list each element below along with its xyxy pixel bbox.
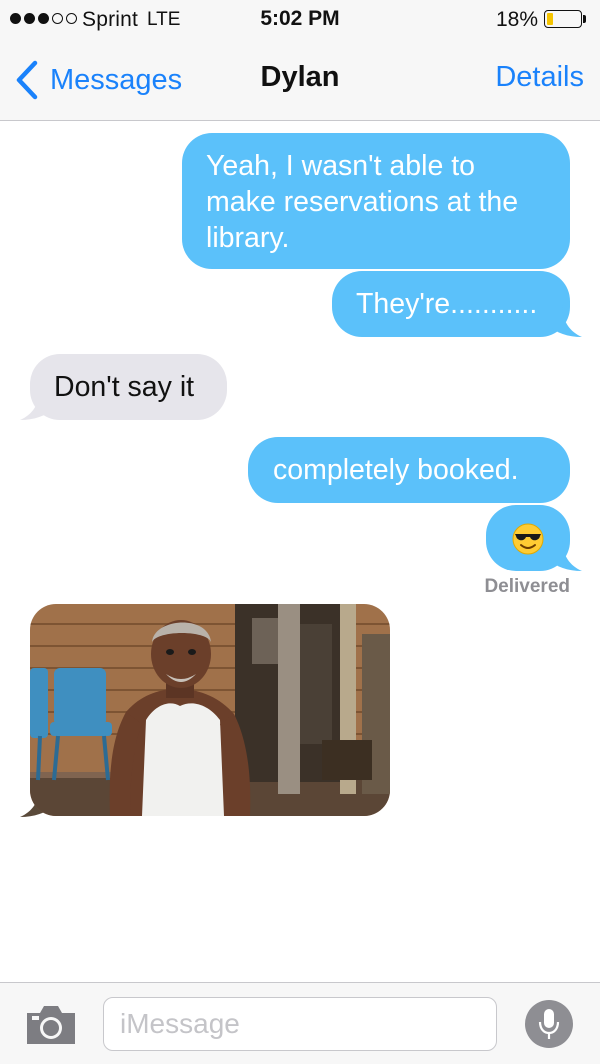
- imessage-input[interactable]: [103, 997, 497, 1051]
- camera-button[interactable]: [24, 1003, 78, 1047]
- outgoing-bubble-tail: [548, 305, 582, 337]
- battery-icon: [544, 10, 582, 28]
- incoming-message-bubble[interactable]: Don't say it: [30, 354, 227, 420]
- message-text: Don't say it: [54, 371, 195, 403]
- outgoing-message-bubble[interactable]: They're...........: [332, 271, 570, 337]
- incoming-photo-message[interactable]: [30, 604, 390, 816]
- chevron-left-icon: [16, 60, 38, 100]
- messages-screen: Sprint LTE 5:02 PM 18% Messages Dylan De…: [0, 0, 600, 1064]
- delivery-status: Delivered: [484, 576, 570, 597]
- message-input-bar: [0, 982, 600, 1064]
- camera-icon: [27, 1006, 75, 1044]
- contact-name-title: Dylan: [260, 61, 340, 93]
- outgoing-bubble-tail: [548, 539, 582, 571]
- message-text: Yeah, I wasn't able to make reservations…: [206, 150, 519, 254]
- message-text: completely booked.: [273, 454, 519, 486]
- message-text: They're...........: [356, 288, 538, 320]
- battery-percentage: 18%: [495, 8, 538, 31]
- battery-tip: [583, 15, 586, 23]
- navigation-bar: Messages Dylan Details: [0, 40, 600, 121]
- sunglasses-emoji-icon: [512, 523, 544, 555]
- microphone-icon: [538, 1009, 560, 1039]
- status-bar: Sprint LTE 5:02 PM 18%: [0, 0, 600, 40]
- dictation-button[interactable]: [525, 1000, 573, 1048]
- details-button[interactable]: Details: [495, 61, 584, 94]
- outgoing-message-bubble[interactable]: completely booked.: [248, 437, 570, 503]
- back-to-messages-button[interactable]: Messages: [14, 58, 182, 102]
- back-button-label: Messages: [50, 63, 183, 96]
- conversation-thread: Yeah, I wasn't able to make reservations…: [0, 121, 600, 981]
- reaction-photo-image: [30, 604, 390, 816]
- outgoing-message-bubble[interactable]: Yeah, I wasn't able to make reservations…: [182, 133, 570, 269]
